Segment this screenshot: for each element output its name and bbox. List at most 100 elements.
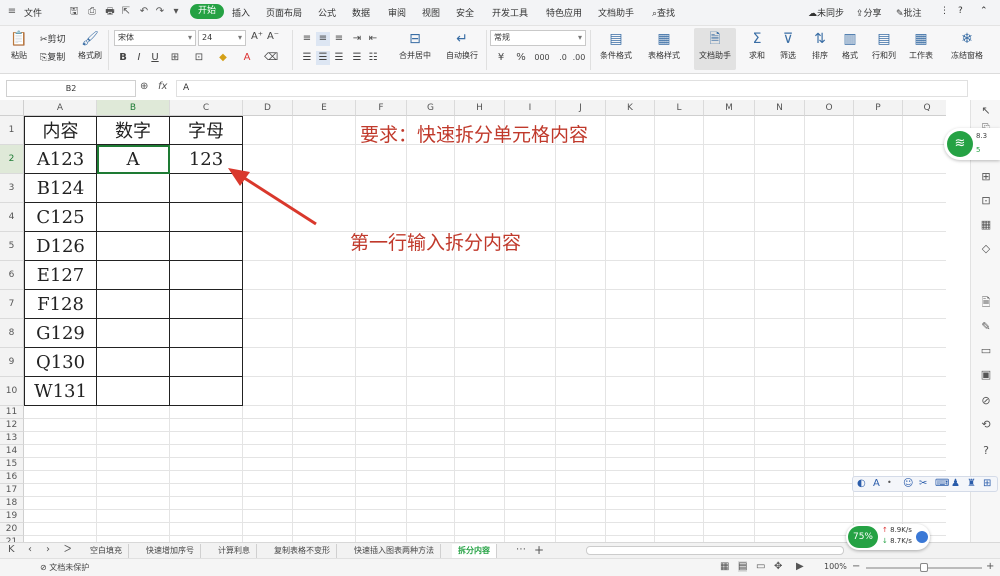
table-cell[interactable] [97,174,170,203]
currency-icon[interactable]: ¥ [494,51,508,65]
table-cell[interactable] [655,510,704,523]
tab-formula[interactable]: 公式 [318,6,336,19]
table-cell[interactable] [755,458,805,471]
table-cell[interactable] [356,261,407,290]
sheet-tab[interactable]: 复制表格不变形 [268,544,337,558]
clear-format-icon[interactable]: ⊡ [192,51,206,65]
table-cell[interactable] [704,432,755,445]
table-cell[interactable] [854,510,903,523]
table-cell[interactable] [854,145,903,174]
table-cell[interactable] [293,497,356,510]
page-view-icon[interactable]: ▤ [738,561,748,572]
horizontal-scrollbar[interactable] [586,546,844,555]
table-cell[interactable] [97,419,170,432]
column-header[interactable]: L [655,100,704,116]
table-cell[interactable] [293,319,356,348]
zoom-slider-thumb[interactable] [920,563,928,572]
table-cell[interactable] [243,377,293,406]
table-cell[interactable] [755,232,805,261]
dot-icon[interactable]: • [887,478,892,487]
table-cell[interactable] [243,261,293,290]
table-cell[interactable] [556,290,606,319]
column-header[interactable]: G [407,100,455,116]
table-cell[interactable] [556,523,606,536]
emoji-icon[interactable]: ☺ [903,478,913,489]
table-cell[interactable] [606,497,655,510]
column-header[interactable]: J [556,100,606,116]
table-cell[interactable] [407,523,455,536]
table-cell[interactable] [805,471,854,484]
table-cell[interactable] [655,290,704,319]
table-cell[interactable] [704,471,755,484]
table-cell[interactable]: B124 [24,174,97,203]
comment-button[interactable]: ✎批注 [896,6,922,19]
text-icon[interactable]: A [873,478,880,489]
table-cell[interactable]: 数字 [97,116,170,145]
edit-icon[interactable]: ✎ [979,320,993,334]
table-cell[interactable] [455,458,505,471]
table-cell[interactable] [704,419,755,432]
column-header[interactable]: Q [903,100,946,116]
row-header[interactable]: 9 [0,348,24,377]
table-cell[interactable] [356,484,407,497]
table-cell[interactable] [293,458,356,471]
table-cell[interactable] [97,471,170,484]
normal-view-icon[interactable]: ▦ [720,561,729,572]
fx-label[interactable]: fx [158,81,167,92]
table-cell[interactable] [356,377,407,406]
table-cell[interactable] [97,203,170,232]
thousands-button[interactable]: 000 [532,51,552,65]
table-cell[interactable]: Q130 [24,348,97,377]
table-cell[interactable] [805,458,854,471]
table-cell[interactable] [243,319,293,348]
align-top-icon[interactable]: ≡ [300,32,314,46]
table-cell[interactable] [556,319,606,348]
table-cell[interactable] [455,261,505,290]
sync-status[interactable]: ☁未同步 [808,6,844,19]
table-cell[interactable] [903,432,946,445]
filter-button[interactable]: ⊽ 筛选 [774,30,802,61]
row-header[interactable]: 12 [0,419,24,432]
table-cell[interactable] [903,116,946,145]
table-cell[interactable] [903,445,946,458]
table-cell[interactable] [903,261,946,290]
table-cell[interactable] [755,348,805,377]
table-cell[interactable] [854,419,903,432]
table-cell[interactable] [24,406,97,419]
table-cell[interactable] [24,419,97,432]
table-cell[interactable] [97,406,170,419]
sort-button[interactable]: ⇅ 排序 [806,30,834,61]
search-button[interactable]: ⌕查找 [652,6,675,19]
table-cell[interactable] [455,445,505,458]
table-icon[interactable]: ⊞ [979,170,993,184]
table-cell[interactable] [455,406,505,419]
table-cell[interactable] [243,232,293,261]
prev-sheet-icon[interactable]: ‹ [28,544,32,555]
next-sheet-icon[interactable]: › [46,544,50,555]
table-cell[interactable] [606,116,655,145]
table-cell[interactable] [505,432,556,445]
apps-icon[interactable]: ⊡ [979,194,993,208]
tab-developer[interactable]: 开发工具 [492,6,528,19]
table-cell[interactable] [356,510,407,523]
table-cell[interactable] [556,348,606,377]
table-cell[interactable] [805,348,854,377]
table-cell[interactable] [293,510,356,523]
table-cell[interactable] [505,523,556,536]
table-cell[interactable] [606,290,655,319]
font-size-select[interactable]: 24 [198,30,246,46]
table-cell[interactable] [655,497,704,510]
table-cell[interactable] [755,510,805,523]
tab-insert[interactable]: 插入 [232,6,250,19]
column-header[interactable]: P [854,100,903,116]
select-all-corner[interactable] [0,100,24,116]
table-cell[interactable] [293,523,356,536]
row-header[interactable]: 10 [0,377,24,406]
table-cell[interactable] [407,174,455,203]
table-cell[interactable] [704,523,755,536]
table-cell[interactable] [655,432,704,445]
table-style-button[interactable]: ▦ 表格样式 [642,30,686,61]
table-cell[interactable] [655,471,704,484]
table-cell[interactable] [556,445,606,458]
freeze-panes-button[interactable]: ❄ 冻结窗格 [944,30,990,61]
